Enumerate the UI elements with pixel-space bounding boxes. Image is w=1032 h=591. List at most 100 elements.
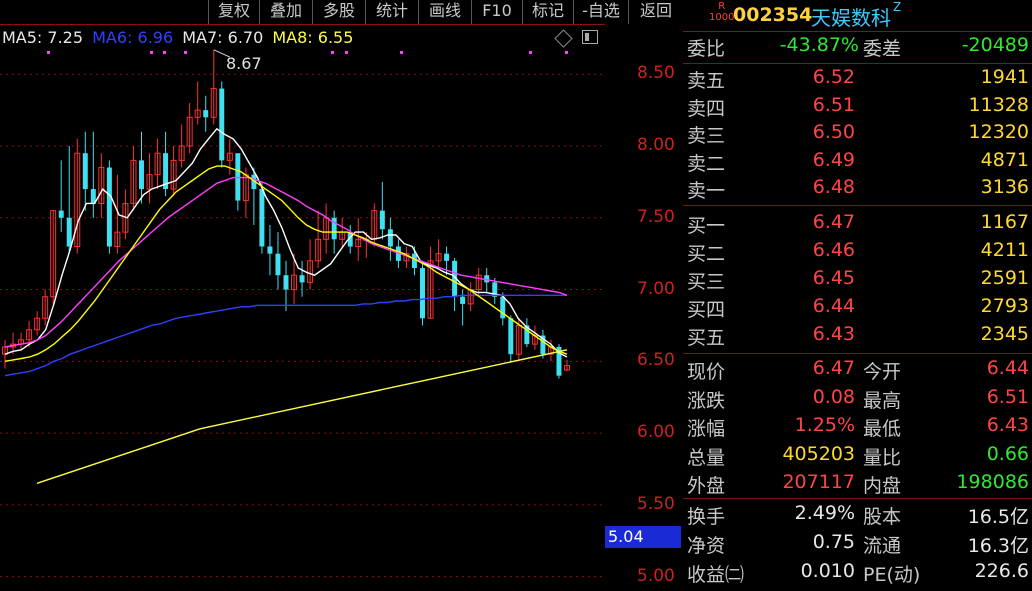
fund-row: 收益㈡ 0.010 PE(动) 226.6 bbox=[683, 560, 1032, 587]
candle-body bbox=[235, 153, 241, 201]
stat-row: 涨幅 1.25% 最低 6.43 bbox=[683, 414, 1032, 441]
row-value: 6.47 bbox=[812, 357, 855, 379]
row-label-2: 内盘 bbox=[863, 475, 902, 497]
candle-body bbox=[508, 318, 514, 355]
event-marker bbox=[400, 51, 403, 54]
row-label: 换手 bbox=[687, 506, 726, 528]
row-label: 总量 bbox=[687, 446, 726, 469]
webi-row: 委比 -43.87% 委差 -20489 bbox=[687, 34, 1029, 60]
candle-body bbox=[460, 296, 466, 304]
candle-body bbox=[275, 253, 281, 276]
row-volume: 4211 bbox=[980, 239, 1029, 261]
fund-row: 换手 2.49% 股本 16.5亿 bbox=[683, 502, 1032, 529]
row-value: 405203 bbox=[782, 442, 855, 465]
y-tick-label: 5.00 bbox=[637, 565, 675, 586]
row-volume: 1941 bbox=[980, 66, 1029, 88]
candlestick-chart[interactable] bbox=[0, 0, 605, 591]
y-tick-label: 8.50 bbox=[637, 63, 675, 84]
toolbar-back-button[interactable]: 返回 bbox=[628, 0, 683, 24]
row-label-2: 流通 bbox=[863, 535, 902, 557]
row-label: 净资 bbox=[687, 535, 726, 557]
candle-body bbox=[82, 153, 88, 190]
row-value: 6.50 bbox=[812, 121, 855, 143]
stat-row: 外盘 207117 内盘 198086 bbox=[683, 471, 1032, 498]
row-value-2: 16.3亿 bbox=[967, 535, 1029, 557]
row-value: 0.08 bbox=[812, 385, 855, 408]
row-label-2: 最高 bbox=[863, 389, 902, 412]
event-marker bbox=[184, 51, 187, 54]
stock-title: R 1000 002354 天娱数科 Z bbox=[683, 0, 1032, 30]
row-label: 卖二 bbox=[687, 152, 726, 175]
stat-row: 总量 405203 量比 0.66 bbox=[683, 443, 1032, 470]
row-label: 买三 bbox=[687, 271, 726, 293]
row-value: 0.010 bbox=[800, 560, 855, 582]
stock-code: 002354 bbox=[733, 4, 813, 26]
bid-row: 买四 6.44 2793 bbox=[683, 295, 1032, 322]
bid-row: 买二 6.46 4211 bbox=[683, 239, 1032, 266]
row-label: 买四 bbox=[687, 299, 726, 321]
event-marker bbox=[331, 51, 334, 54]
row-label: 卖四 bbox=[687, 97, 726, 120]
row-label: 卖三 bbox=[687, 125, 726, 147]
row-label-2: 最低 bbox=[863, 418, 902, 440]
bid-row: 买五 6.43 2345 bbox=[683, 323, 1032, 350]
event-marker bbox=[529, 51, 532, 54]
event-marker bbox=[47, 51, 50, 54]
row-value: 6.47 bbox=[812, 211, 855, 233]
fund-row: 净资 0.75 流通 16.3亿 bbox=[683, 531, 1032, 558]
row-label: 涨跌 bbox=[687, 389, 726, 412]
row-label: 卖一 bbox=[687, 180, 726, 202]
row-volume: 3136 bbox=[980, 176, 1029, 198]
stock-name: 天娱数科 bbox=[811, 6, 891, 30]
divider bbox=[683, 205, 1032, 206]
row-label: 买二 bbox=[687, 243, 726, 265]
row-value-2: 6.44 bbox=[986, 357, 1029, 379]
candle-body bbox=[299, 275, 305, 283]
candle-body bbox=[203, 110, 209, 118]
row-volume: 11328 bbox=[968, 93, 1029, 116]
row-label: 买一 bbox=[687, 215, 726, 237]
quote-panel: R 1000 002354 天娱数科 Z 委比 -43.87% 委差 -20489… bbox=[683, 0, 1032, 591]
candle-body bbox=[106, 167, 112, 247]
y-tick-label: 6.00 bbox=[637, 422, 675, 443]
row-label: 收益㈡ bbox=[687, 564, 745, 586]
candle-body bbox=[379, 210, 385, 230]
row-volume: 1167 bbox=[980, 211, 1029, 233]
cursor-price-label: 5.04 bbox=[605, 526, 681, 548]
row-value: 6.45 bbox=[812, 267, 855, 289]
row-value: 6.43 bbox=[812, 323, 855, 345]
bid-row: 买一 6.47 1167 bbox=[683, 211, 1032, 238]
ask-row: 卖四 6.51 11328 bbox=[683, 94, 1032, 121]
event-marker bbox=[163, 51, 166, 54]
y-tick-label: 8.00 bbox=[637, 135, 675, 155]
y-tick-label: 5.50 bbox=[637, 493, 675, 514]
event-marker bbox=[150, 51, 153, 54]
candle-body bbox=[219, 88, 225, 161]
peak-price-annotation: 8.67 bbox=[226, 54, 262, 73]
row-value-2: 16.5亿 bbox=[967, 506, 1029, 528]
candle-body bbox=[58, 210, 64, 218]
row-label-2: 今开 bbox=[863, 361, 902, 383]
row-value: 6.52 bbox=[812, 66, 855, 88]
row-volume: 2345 bbox=[980, 323, 1029, 345]
stat-row: 涨跌 0.08 最高 6.51 bbox=[683, 386, 1032, 413]
row-value: 6.48 bbox=[812, 176, 855, 198]
row-volume: 2793 bbox=[980, 295, 1029, 317]
row-value: 6.46 bbox=[812, 239, 855, 261]
ask-row: 卖一 6.48 3136 bbox=[683, 176, 1032, 203]
y-tick-label: 6.50 bbox=[637, 350, 675, 371]
candle-body bbox=[138, 160, 144, 190]
row-label: 外盘 bbox=[687, 475, 726, 497]
row-volume: 4871 bbox=[980, 148, 1029, 171]
row-label: 卖五 bbox=[687, 70, 726, 92]
row-value: 6.51 bbox=[812, 93, 855, 116]
row-value: 6.44 bbox=[812, 295, 855, 317]
row-label: 涨幅 bbox=[687, 418, 726, 440]
divider bbox=[683, 31, 1032, 32]
bid-row: 买三 6.45 2591 bbox=[683, 267, 1032, 294]
ask-row: 卖三 6.50 12320 bbox=[683, 121, 1032, 148]
candle-body bbox=[283, 275, 289, 290]
row-label-2: PE(动) bbox=[863, 564, 921, 586]
row-value-2: 6.43 bbox=[986, 414, 1029, 436]
row-value-2: 198086 bbox=[956, 471, 1029, 493]
